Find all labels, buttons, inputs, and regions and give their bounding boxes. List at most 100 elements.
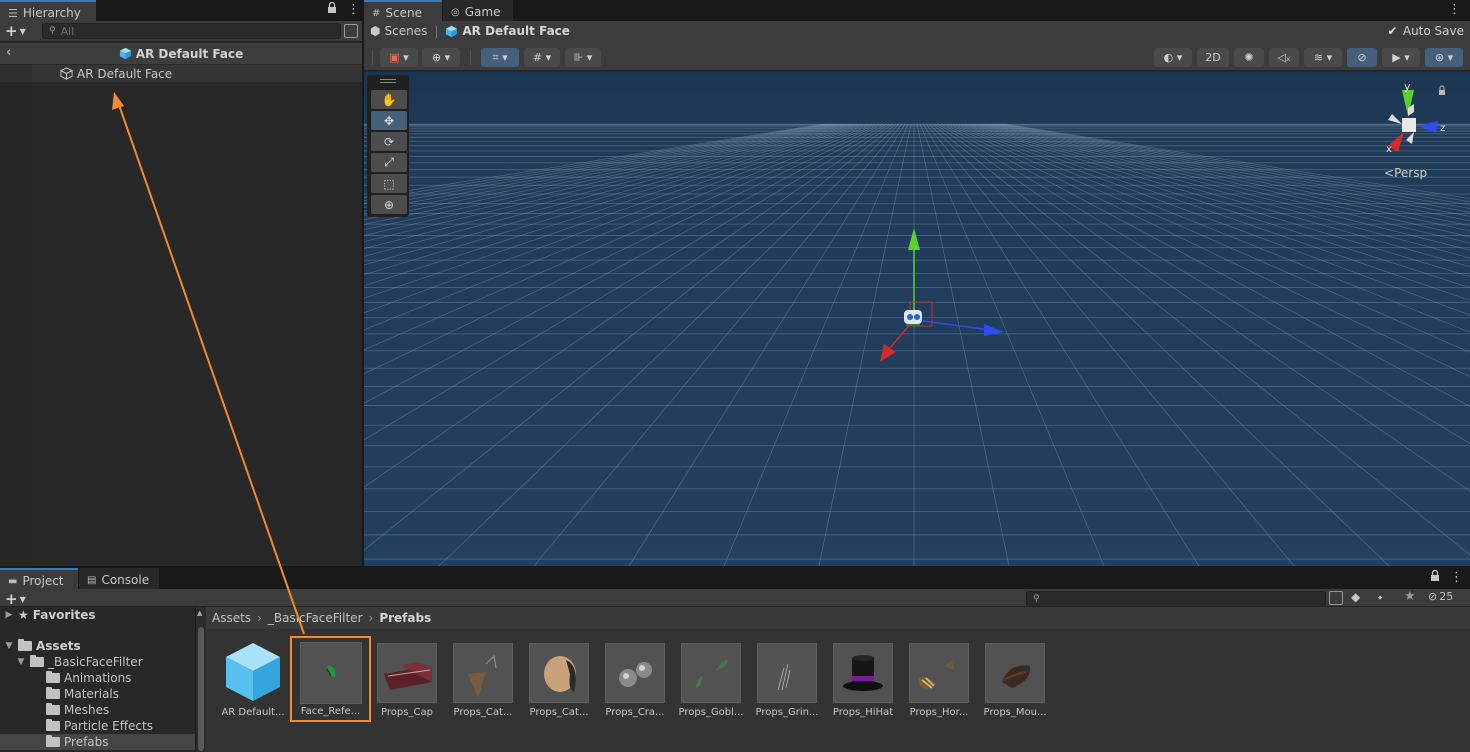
scene-kebab-menu-icon[interactable]: ⋮ [1448,2,1461,17]
increment-snap-dropdown[interactable]: ⊪ ▾ [565,48,601,67]
asset-props-cap[interactable]: Props_Cap [370,637,444,723]
draw-mode-dropdown[interactable]: ▣ ▾ [380,48,418,67]
move-tool-button[interactable]: ✥ [371,111,407,130]
asset-props-hihat[interactable]: Props_HiHat [826,637,900,723]
tree-label: Assets [36,639,81,653]
asset-thumbnail [985,643,1045,703]
scroll-up-icon[interactable]: ▲ [197,609,202,617]
audio-toggle[interactable]: ◁ₓ [1269,48,1299,67]
asset-props-crazy-eyes[interactable]: Props_Cra... [598,637,672,723]
tab-project[interactable]: ▬ Project [0,568,78,589]
rect-tool-button[interactable]: ⬚ [371,174,407,193]
breadcrumb-prefab[interactable]: AR Default Face [462,24,570,38]
asset-face-reference[interactable]: Face_Refe... [290,636,371,722]
checkbox-icon[interactable]: ✔ [1386,24,1399,38]
tree-item-materials[interactable]: Materials [0,686,195,702]
project-lock-icon[interactable] [1430,569,1440,586]
asset-thumbnail [300,642,362,704]
asset-props-mouth[interactable]: Props_Mou... [978,637,1052,723]
kebab-menu-icon[interactable]: ⋮ [347,2,360,17]
asset-props-grin[interactable]: Props_Grin... [750,637,824,723]
hierarchy-search-input[interactable]: ⚲ All [42,23,341,39]
gizmo-lock-icon[interactable] [1439,85,1445,95]
camera-settings-dropdown[interactable]: ▶ ▾ [1382,48,1420,67]
filter-by-type-icon[interactable]: ◆ [1351,590,1360,604]
grid-visibility-dropdown[interactable]: # ▾ [524,48,560,67]
grid-snap-toggle[interactable]: ⌗ ▾ [481,48,519,67]
folder-icon [46,687,60,699]
expanded-triangle-icon[interactable]: ▼ [16,657,26,667]
search-filter-icon[interactable] [344,24,358,38]
gizmo-center-cube[interactable] [1402,118,1416,132]
breadcrumb-basic-face-filter[interactable]: _BasicFaceFilter [268,611,363,625]
lock-icon[interactable] [327,1,337,18]
tree-label: Particle Effects [64,719,153,733]
asset-props-cat-nose[interactable]: Props_Cat... [522,637,596,723]
tree-item-assets[interactable]: ▼ Assets [0,638,195,654]
collapsed-triangle-icon[interactable]: ▶ [4,610,14,620]
transform-tool-button[interactable]: ⊕ [371,195,407,214]
asset-thumbnail [909,643,969,703]
breadcrumb-scenes[interactable]: Scenes [384,24,427,38]
asset-props-cat-ears[interactable]: Props_Cat... [446,637,520,723]
filter-by-label-icon[interactable]: ⬩ [1378,590,1382,605]
overlay-grip[interactable] [380,79,396,83]
gizmos-dropdown[interactable]: ⊛ ▾ [1425,48,1463,67]
gameobject-cube-icon [60,67,73,80]
rotate-tool-button[interactable]: ⟳ [371,132,407,151]
search-scope-icon[interactable] [1329,591,1343,605]
scale-tool-button[interactable]: ⤢ [371,153,407,172]
global-local-dropdown[interactable]: ⊕ ▾ [422,48,460,67]
y-axis-handle[interactable] [908,228,920,250]
z-axis-handle[interactable] [984,324,1004,336]
breadcrumb-prefabs[interactable]: Prefabs [379,611,431,625]
rotate-icon: ⟳ [383,134,395,149]
tree-item-particle-effects[interactable]: Particle Effects [0,718,195,734]
x-axis-handle[interactable] [880,344,896,362]
axis-cone-z[interactable] [1418,121,1438,133]
auto-save-toggle[interactable]: ✔ Auto Save [1386,24,1464,38]
tab-scene[interactable]: # Scene [364,0,442,21]
hidden-packages-toggle[interactable]: ⊘ 25 [1428,590,1453,603]
tab-hierarchy[interactable]: ☰ Hierarchy [0,0,96,21]
tree-label: Meshes [64,703,110,717]
tab-game[interactable]: ◎ Game [443,0,513,21]
lighting-toggle[interactable]: ✺ [1234,48,1264,67]
asset-ar-default-face[interactable]: AR Default... [216,637,290,723]
tree-item-meshes[interactable]: Meshes [0,702,195,718]
move-gizmo[interactable] [864,222,1014,372]
breadcrumb-assets[interactable]: Assets [212,611,251,625]
shading-mode-dropdown[interactable]: ◐ ▾ [1154,48,1192,67]
tree-item-basic-face-filter[interactable]: ▼ _BasicFaceFilter [0,654,195,670]
create-button[interactable]: + ▼ [5,22,26,40]
tree-item-favorites[interactable]: ▶ ★ Favorites [0,607,195,623]
tab-hierarchy-label: Hierarchy [22,6,81,20]
back-chevron-icon[interactable]: ‹ [6,45,11,60]
scroll-thumb[interactable] [198,627,204,751]
hierarchy-item-ar-default-face[interactable]: AR Default Face [32,65,362,82]
project-kebab-menu-icon[interactable]: ⋮ [1450,570,1463,585]
tab-console[interactable]: ▤ Console [79,568,159,589]
expanded-triangle-icon[interactable]: ▼ [4,641,14,651]
favorites-star-icon[interactable]: ★ [1404,589,1416,604]
effects-dropdown[interactable]: ≋ ▾ [1304,48,1342,67]
asset-thumbnail [377,643,437,703]
asset-props-horns[interactable]: Props_Hor... [902,637,976,723]
tree-item-prefabs[interactable]: Prefabs [0,734,195,750]
project-panel: ▬ Project ▤ Console ⋮ + ▼ ⚲ ◆ ⬩ ★ ⊘ 25 ▶ ★… [0,568,1470,752]
asset-label: Props_Gobl... [678,707,744,718]
tree-item-animations[interactable]: Animations [0,670,195,686]
project-toolbar: + ▼ ⚲ ◆ ⬩ ★ ⊘ 25 [0,589,1470,608]
auto-save-label: Auto Save [1402,24,1464,38]
project-search-input[interactable]: ⚲ [1026,591,1326,607]
project-create-button[interactable]: + ▼ [5,590,26,608]
tree-scrollbar[interactable]: ▲ [196,607,206,752]
hand-tool-button[interactable]: ✋ [371,90,407,109]
asset-label: Face_Refe... [300,706,361,717]
asset-props-goblin-ears[interactable]: Props_Gobl... [674,637,748,723]
hidden-objects-toggle[interactable]: ⊘ [1347,48,1377,67]
projection-toggle[interactable]: <Persp [1384,166,1427,180]
scene-panel: # Scene ◎ Game ⋮ ⬢ Scenes | AR Default F… [364,0,1470,566]
grid-icon: # [372,7,381,19]
toggle-2d-button[interactable]: 2D [1197,48,1229,67]
